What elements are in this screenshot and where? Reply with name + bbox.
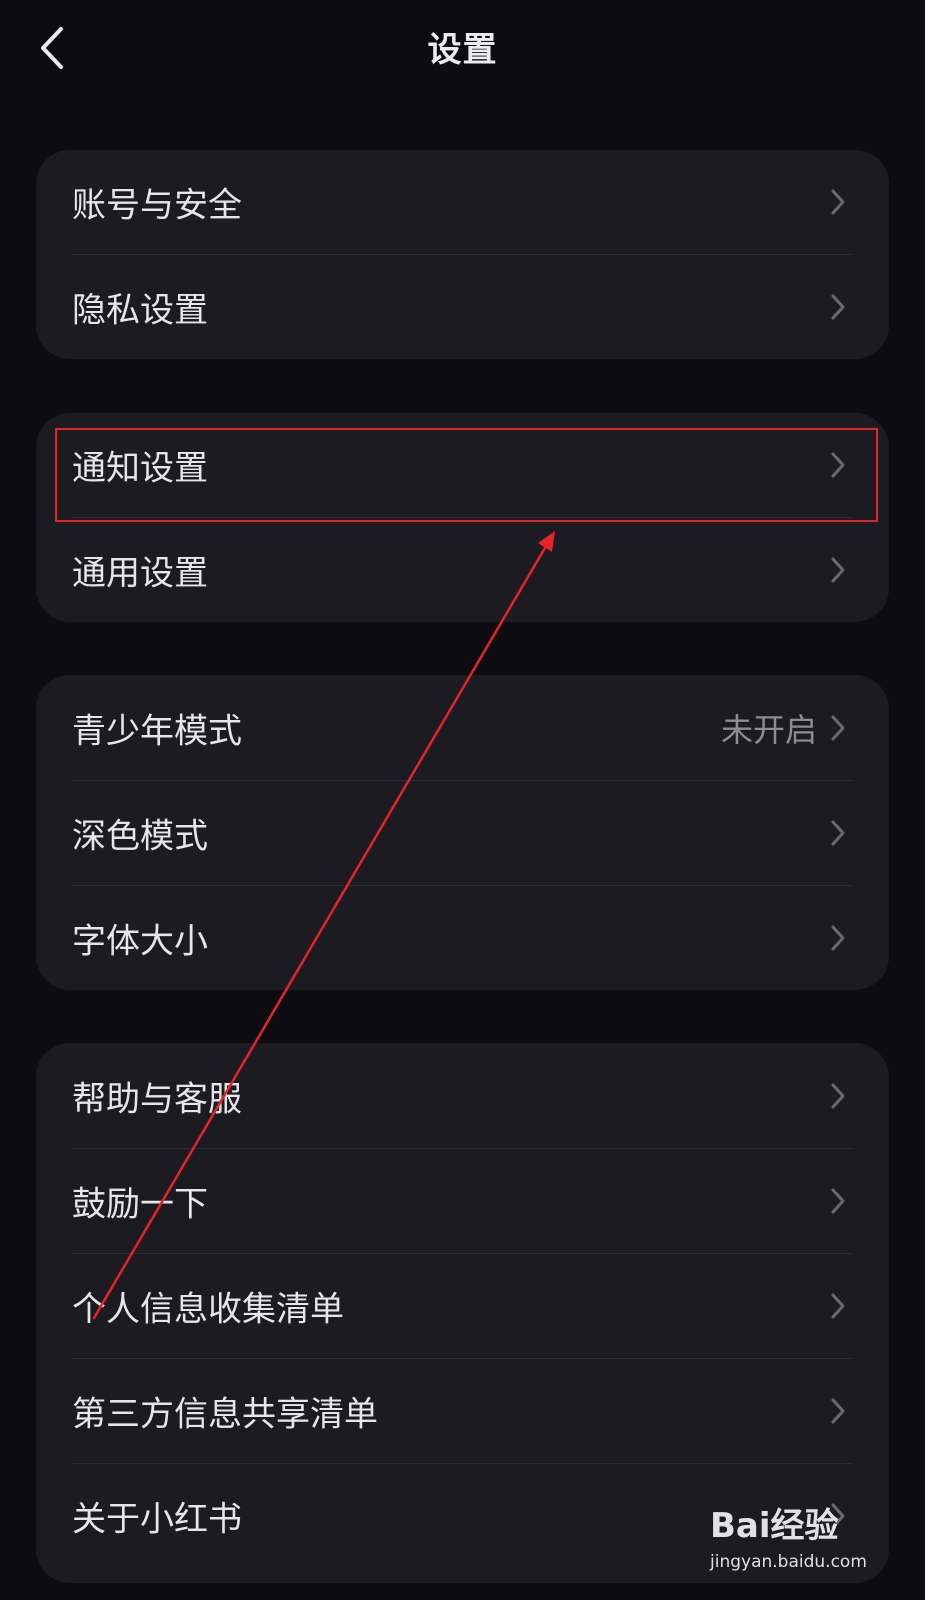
settings-item-label: 帮助与客服 — [72, 1079, 242, 1119]
settings-item-label: 字体大小 — [72, 921, 208, 961]
settings-group-account: 账号与安全 隐私设置 — [36, 150, 889, 359]
chevron-right-icon — [831, 715, 845, 740]
chevron-right-icon — [831, 1398, 845, 1423]
chevron-right-icon — [831, 925, 845, 950]
chevron-right-icon — [831, 1188, 845, 1213]
settings-item-label: 个人信息收集清单 — [72, 1289, 344, 1329]
chevron-right-icon — [831, 452, 845, 478]
settings-item-help[interactable]: 帮助与客服 — [36, 1043, 889, 1148]
settings-item-personal-info-list[interactable]: 个人信息收集清单 — [36, 1253, 889, 1358]
settings-item-third-party-list[interactable]: 第三方信息共享清单 — [36, 1358, 889, 1463]
settings-item-notifications[interactable]: 通知设置 — [36, 413, 889, 517]
settings-item-value: 未开启 — [720, 710, 817, 749]
settings-item-privacy[interactable]: 隐私设置 — [36, 254, 889, 359]
settings-item-teen-mode[interactable]: 青少年模式 未开启 — [36, 675, 889, 780]
settings-item-label: 鼓励一下 — [72, 1184, 208, 1224]
settings-item-about[interactable]: 关于小红书 — [36, 1463, 889, 1569]
settings-item-label: 隐私设置 — [72, 290, 208, 330]
settings-item-label: 通用设置 — [72, 553, 208, 593]
chevron-right-icon — [831, 1293, 845, 1318]
chevron-right-icon — [831, 189, 845, 215]
chevron-right-icon — [831, 294, 845, 319]
settings-item-general[interactable]: 通用设置 — [36, 517, 889, 622]
settings-item-encourage[interactable]: 鼓励一下 — [36, 1148, 889, 1253]
chevron-right-icon — [831, 820, 845, 845]
settings-item-account-security[interactable]: 账号与安全 — [36, 150, 889, 254]
settings-item-label: 第三方信息共享清单 — [72, 1394, 378, 1434]
settings-item-dark-mode[interactable]: 深色模式 — [36, 780, 889, 885]
settings-item-label: 账号与安全 — [72, 185, 242, 226]
chevron-right-icon — [831, 1083, 845, 1108]
settings-item-label: 深色模式 — [72, 816, 208, 856]
settings-item-label: 关于小红书 — [72, 1499, 242, 1540]
settings-group-general: 通知设置 通用设置 — [36, 413, 889, 622]
settings-item-font-size[interactable]: 字体大小 — [36, 885, 889, 990]
top-bar: 设置 — [0, 0, 925, 96]
chevron-right-icon — [831, 1503, 845, 1529]
settings-item-label: 通知设置 — [72, 448, 208, 489]
chevron-right-icon — [831, 557, 845, 582]
settings-group-display: 青少年模式 未开启 深色模式 字体大小 — [36, 675, 889, 990]
settings-group-about: 帮助与客服 鼓励一下 个人信息收集清单 第三方信息共享清单 关于小红书 — [36, 1043, 889, 1583]
settings-item-label: 青少年模式 — [72, 711, 242, 751]
page-title: 设置 — [427, 30, 498, 70]
